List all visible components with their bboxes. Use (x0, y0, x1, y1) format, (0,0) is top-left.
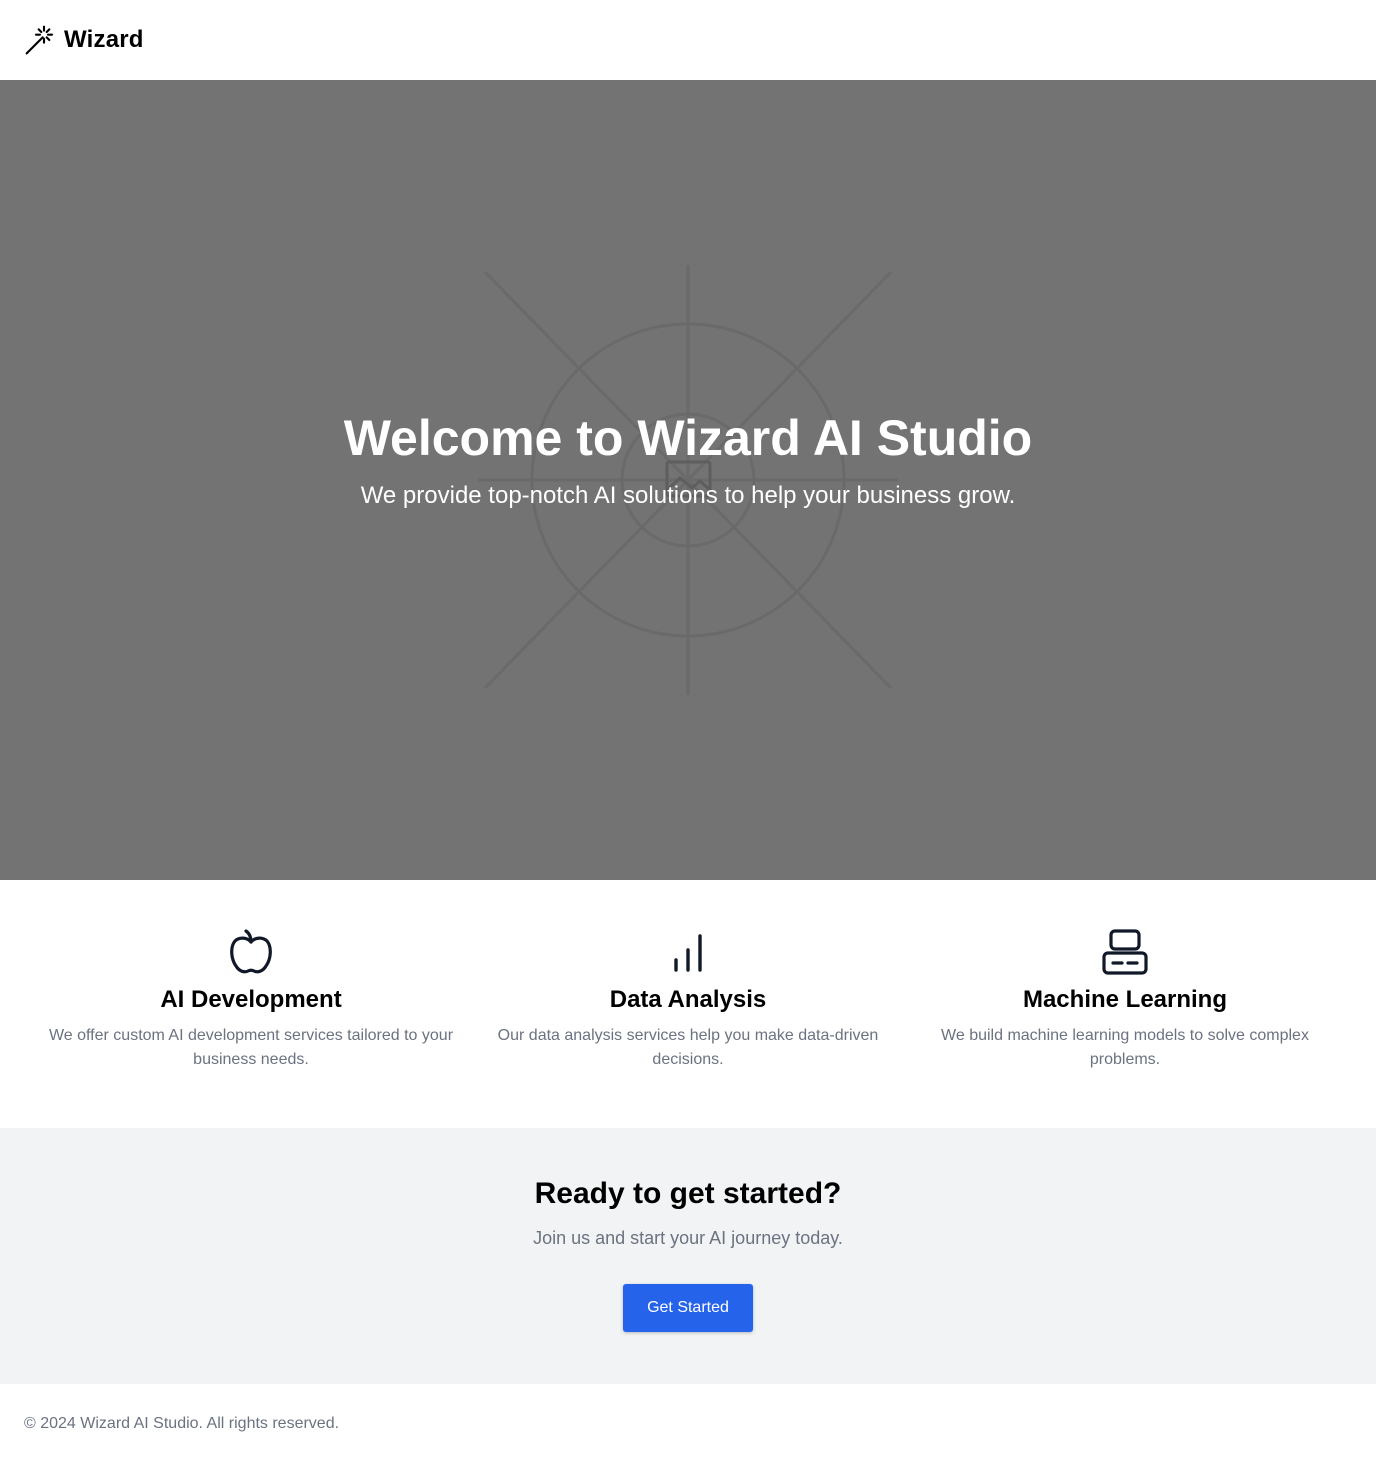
site-footer: © 2024 Wizard AI Studio. All rights rese… (0, 1384, 1376, 1464)
server-icon (1102, 929, 1148, 975)
feature-title: Data Analysis (609, 986, 767, 1013)
feature-description: Our data analysis services help you make… (497, 1027, 879, 1068)
feature-title: AI Development (160, 986, 342, 1013)
hero-section: Welcome to Wizard AI Studio We provide t… (0, 80, 1376, 880)
features-section: AI Development We offer custom AI develo… (0, 880, 1376, 1128)
brand-name: Wizard (64, 26, 144, 53)
magic-wand-icon (25, 25, 54, 55)
hero-content: Welcome to Wizard AI Studio We provide t… (338, 408, 1038, 512)
feature-title: Machine Learning (1022, 986, 1228, 1013)
cta-text: Join us and start your AI journey today. (533, 1228, 843, 1248)
feature-card-data-analysis: Data Analysis Our data analysis services… (485, 928, 891, 1128)
site-header: Wizard (0, 0, 1376, 80)
get-started-button[interactable]: Get Started (623, 1284, 753, 1332)
bar-chart-icon (674, 934, 702, 972)
hero-title: Welcome to Wizard AI Studio (343, 410, 1033, 466)
feature-description: We build machine learning models to solv… (941, 1027, 1309, 1068)
feature-description: We offer custom AI development services … (48, 1027, 454, 1068)
apple-icon (230, 929, 272, 974)
feature-card-ai-development: AI Development We offer custom AI develo… (48, 928, 454, 1128)
feature-card-machine-learning: Machine Learning We build machine learni… (922, 928, 1328, 1128)
cta-section: Ready to get started? Join us and start … (0, 1128, 1376, 1384)
brand-link[interactable]: Wizard (24, 24, 144, 56)
hero-subtitle: We provide top-notch AI solutions to hel… (360, 482, 1016, 509)
copyright-text: © 2024 Wizard AI Studio. All rights rese… (24, 1415, 340, 1432)
cta-title: Ready to get started? (534, 1177, 842, 1210)
